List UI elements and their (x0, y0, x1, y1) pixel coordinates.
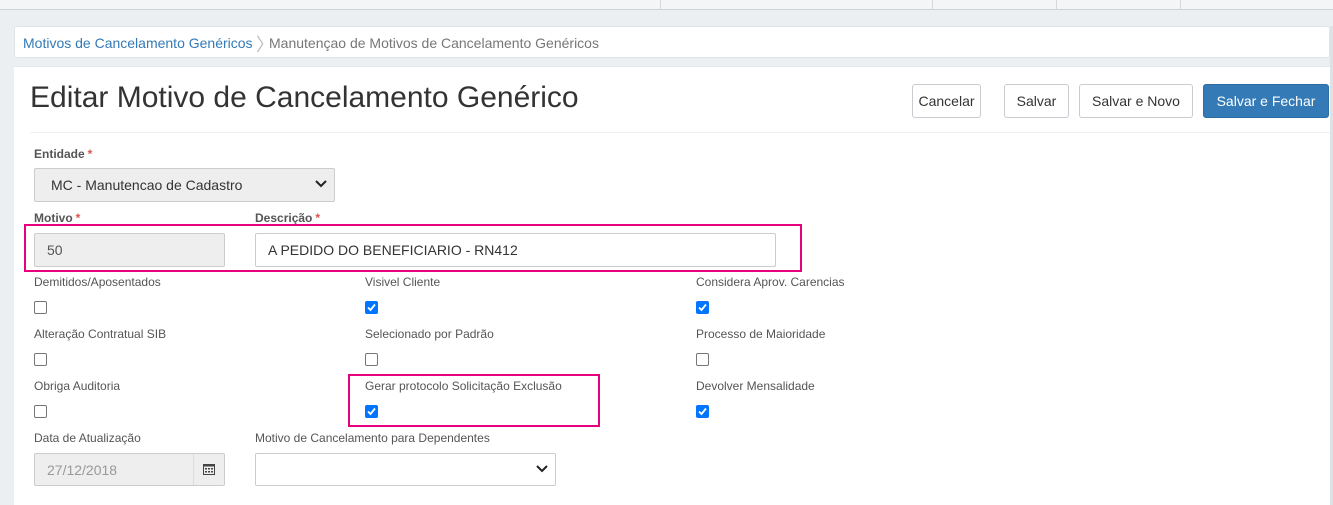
required-mark: * (315, 211, 321, 225)
top-bar-divider (1056, 0, 1057, 9)
calendar-button[interactable] (193, 454, 224, 485)
checkbox-obriga-auditoria[interactable] (34, 405, 47, 418)
checkbox-label-selecionado-padrao: Selecionado por Padrão (365, 327, 494, 341)
entidade-label-text: Entidade (34, 147, 85, 161)
motivo-dependentes-label: Motivo de Cancelamento para Dependentes (255, 431, 490, 445)
descricao-label-text: Descrição (255, 211, 313, 225)
breadcrumb-current: Manutençao de Motivos de Cancelamento Ge… (269, 35, 599, 51)
checkbox-label-visivel-cliente: Visivel Cliente (365, 275, 441, 289)
save-and-new-button[interactable]: Salvar e Novo (1079, 84, 1193, 118)
edit-panel: Editar Motivo de Cancelamento Genérico C… (14, 66, 1330, 505)
entidade-label: Entidade * (34, 147, 92, 161)
motivo-label: Motivo * (34, 211, 80, 225)
checkbox-label-processo-maioridade: Processo de Maioridade (696, 327, 826, 341)
chevron-down-icon (536, 465, 548, 473)
checkbox-label-obriga-auditoria: Obriga Auditoria (34, 379, 121, 393)
checkbox-processo-maioridade[interactable] (696, 353, 709, 366)
breadcrumb-link-parent[interactable]: Motivos de Cancelamento Genéricos (23, 35, 253, 51)
top-bar-divider (1180, 0, 1181, 9)
calendar-icon (203, 464, 215, 475)
checkbox-alteracao-sib[interactable] (34, 353, 47, 366)
checkbox-label-devolver-mensalidade: Devolver Mensalidade (696, 379, 815, 393)
header-divider (30, 132, 1330, 133)
checkbox-selecionado-padrao[interactable] (365, 353, 378, 366)
save-and-close-button[interactable]: Salvar e Fechar (1203, 84, 1329, 118)
check-icon (698, 407, 707, 416)
motivo-dependentes-select[interactable] (255, 453, 556, 486)
descricao-label: Descrição * (255, 211, 320, 225)
data-atualizacao-label: Data de Atualização (34, 431, 141, 445)
checkbox-considera-carencias[interactable] (696, 301, 709, 314)
checkbox-label-considera-carencias: Considera Aprov. Carencias (696, 275, 845, 289)
required-mark: * (87, 147, 93, 161)
top-bar (0, 0, 1333, 10)
save-button[interactable]: Salvar (1004, 84, 1069, 118)
data-atualizacao-input[interactable]: 27/12/2018 (34, 453, 225, 486)
chevron-down-icon (315, 180, 327, 188)
entidade-select[interactable]: MC - Manutencao de Cadastro (34, 168, 335, 202)
cancel-button[interactable]: Cancelar (912, 84, 981, 118)
highlight-box-motivo-descricao (24, 224, 802, 272)
checkbox-devolver-mensalidade[interactable] (696, 405, 709, 418)
check-icon (367, 303, 376, 312)
check-icon (698, 303, 707, 312)
highlight-box-gerar-protocolo (348, 374, 600, 427)
top-bar-divider (660, 0, 661, 9)
required-mark: * (75, 211, 81, 225)
motivo-label-text: Motivo (34, 211, 73, 225)
entidade-select-value: MC - Manutencao de Cadastro (51, 177, 243, 193)
checkbox-visivel-cliente[interactable] (365, 301, 378, 314)
checkbox-label-demitidos: Demitidos/Aposentados (34, 275, 161, 289)
breadcrumb: Motivos de Cancelamento Genéricos 〉 Manu… (14, 26, 1330, 58)
top-bar-divider (932, 0, 933, 9)
checkbox-label-alteracao-sib: Alteração Contratual SIB (34, 327, 167, 341)
data-atualizacao-value: 27/12/2018 (47, 462, 118, 478)
page-title: Editar Motivo de Cancelamento Genérico (30, 81, 579, 114)
checkbox-demitidos[interactable] (34, 301, 47, 314)
